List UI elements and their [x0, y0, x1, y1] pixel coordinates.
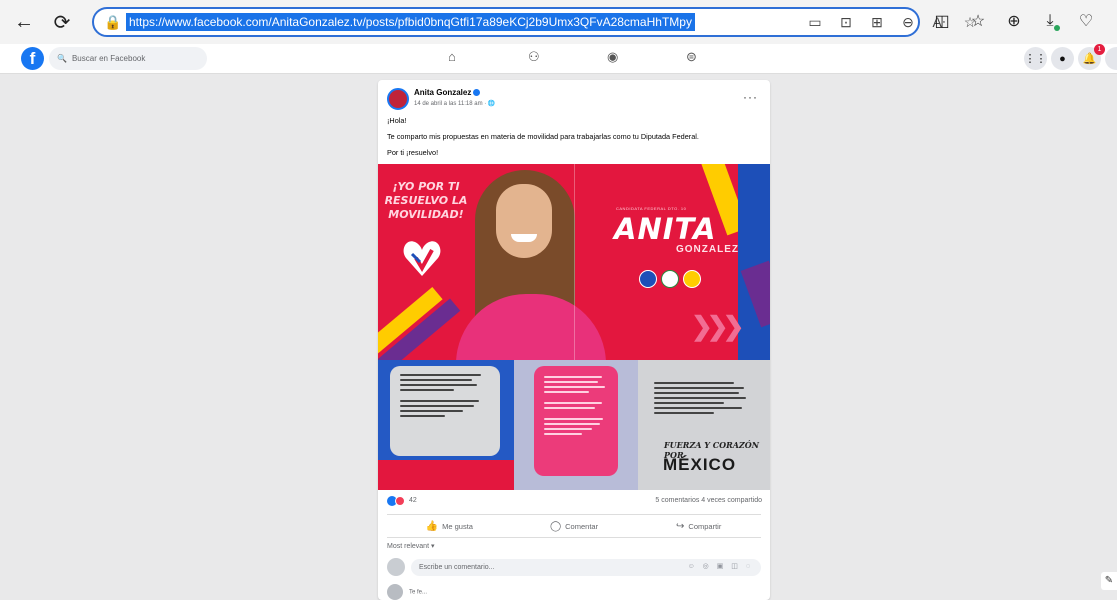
author-name[interactable]: Anita Gonzalez: [414, 88, 481, 97]
zoom-icon[interactable]: ⊖: [899, 14, 917, 31]
post-text-line1: ¡Hola!: [387, 116, 407, 125]
comment-composer: Escribe un comentario... ☺ ◎ ▣ ◫ ◌: [387, 558, 761, 578]
panel-middle: [514, 360, 638, 490]
share-arrow-icon: ↪: [676, 520, 685, 532]
panel-left: [378, 360, 514, 490]
heart-logo-icon: [403, 241, 441, 276]
comment-tool-icons[interactable]: ☺ ◎ ▣ ◫ ◌: [688, 562, 753, 570]
lock-icon: 🔒: [104, 13, 122, 30]
commenter-avatar[interactable]: [387, 584, 403, 600]
search-field[interactable]: 🔍 Buscar en Facebook: [49, 47, 207, 70]
friends-icon[interactable]: ⚇: [528, 49, 540, 65]
home-icon[interactable]: ⌂: [448, 49, 456, 64]
candidate-subtitle: CANDIDATA FEDERAL DTO. 10: [616, 206, 687, 211]
verified-badge-icon: [473, 89, 481, 97]
candidate-first-name: ANITA: [614, 212, 717, 246]
love-reaction-icon[interactable]: [395, 496, 405, 506]
pan-logo-icon: [639, 270, 657, 288]
search-placeholder: Buscar en Facebook: [71, 54, 146, 63]
more-options-icon[interactable]: ···: [743, 90, 758, 104]
author-avatar[interactable]: [387, 88, 409, 110]
url-text[interactable]: https://www.facebook.com/AnitaGonzalez.t…: [126, 13, 695, 31]
thumbs-up-icon: 👍: [425, 520, 439, 532]
campaign-image-panels[interactable]: FUERZA Y CORAZÓN POR MÉXICO: [378, 360, 770, 490]
reaction-count[interactable]: 42: [409, 497, 417, 504]
candidate-last-name: GONZALEZ: [676, 244, 739, 255]
address-bar[interactable]: 🔒 https://www.facebook.com/AnitaGonzalez…: [92, 7, 976, 37]
first-comment: Te fe...: [387, 584, 427, 600]
app-icon[interactable]: ⊞: [868, 14, 886, 31]
downloads-icon[interactable]: ⤓: [1038, 8, 1062, 34]
campaign-image[interactable]: ¡YO POR TI RESUELVO LA MOVILIDAD! CANDID…: [378, 164, 770, 360]
screenshot-icon[interactable]: ⊡: [837, 14, 855, 31]
reactions-row: 42 5 comentarios 4 veces compartido: [378, 494, 770, 510]
profile-avatar[interactable]: [1105, 47, 1117, 70]
candidate-smile: [511, 234, 537, 242]
comment-bubble-icon: ◯: [549, 520, 562, 532]
browser-toolbar: ← ⟳ 🔒 https://www.facebook.com/AnitaGonz…: [0, 0, 1117, 44]
favorites-icon[interactable]: ☆: [966, 8, 990, 34]
menu-grid-icon[interactable]: ⋮⋮: [1024, 47, 1047, 70]
mexico-logo-text: MÉXICO: [663, 455, 737, 474]
chevrons-decor-icon: ❯❯❯: [691, 311, 744, 341]
candidate-face: [496, 184, 552, 258]
prd-logo-icon: [683, 270, 701, 288]
panel-left-card: [390, 366, 500, 456]
back-button[interactable]: ←: [10, 8, 38, 36]
comment-share-stats[interactable]: 5 comentarios 4 veces compartido: [655, 497, 762, 504]
comment-filter-dropdown[interactable]: Most relevant ▾: [387, 542, 434, 550]
panel-middle-card: [534, 366, 618, 476]
search-icon: 🔍: [57, 54, 67, 63]
heart-pulse-icon[interactable]: ♡: [1074, 8, 1098, 34]
user-avatar: [387, 558, 405, 576]
collections-icon[interactable]: ⊕: [1002, 8, 1026, 34]
facebook-header: f 🔍 Buscar en Facebook ⌂ ⚇ ◉ ⊜ ⋮⋮ ● 🔔 1: [0, 44, 1117, 74]
reader-icon[interactable]: ▭: [806, 14, 824, 31]
post-card: Anita Gonzalez 14 de abril a las 11:18 a…: [378, 80, 770, 600]
groups-icon[interactable]: ◉: [607, 49, 618, 65]
share-button[interactable]: ↪ Compartir: [636, 515, 761, 537]
post-text-line2: Te comparto mis propuestas en materia de…: [387, 132, 699, 141]
image-divider: [574, 164, 575, 360]
post-actions: 👍 Me gusta ◯ Comentar ↪ Compartir: [387, 514, 761, 538]
pri-logo-icon: [661, 270, 679, 288]
reload-button[interactable]: ⟳: [48, 8, 76, 36]
messenger-icon[interactable]: ●: [1051, 47, 1074, 70]
like-button[interactable]: 👍 Me gusta: [387, 515, 512, 537]
sidebar-edit-icon[interactable]: ✎: [1101, 572, 1117, 590]
split-screen-icon[interactable]: ◫: [930, 8, 954, 34]
post-text-line3: Por ti ¡resuelvo!: [387, 148, 439, 157]
gaming-icon[interactable]: ⊜: [686, 49, 697, 65]
notification-badge: 1: [1094, 44, 1105, 55]
post-date[interactable]: 14 de abril a las 11:18 am · 🌐: [414, 100, 495, 107]
notifications-icon[interactable]: 🔔 1: [1078, 44, 1105, 70]
comment-button[interactable]: ◯ Comentar: [512, 515, 637, 537]
campaign-slogan: ¡YO POR TI RESUELVO LA MOVILIDAD!: [384, 180, 468, 221]
toolbar-icons: ◫ ☆ ⊕ ⤓ ♡: [930, 8, 1098, 34]
facebook-logo[interactable]: f: [21, 47, 44, 70]
panel-left-red-band: [378, 460, 514, 490]
